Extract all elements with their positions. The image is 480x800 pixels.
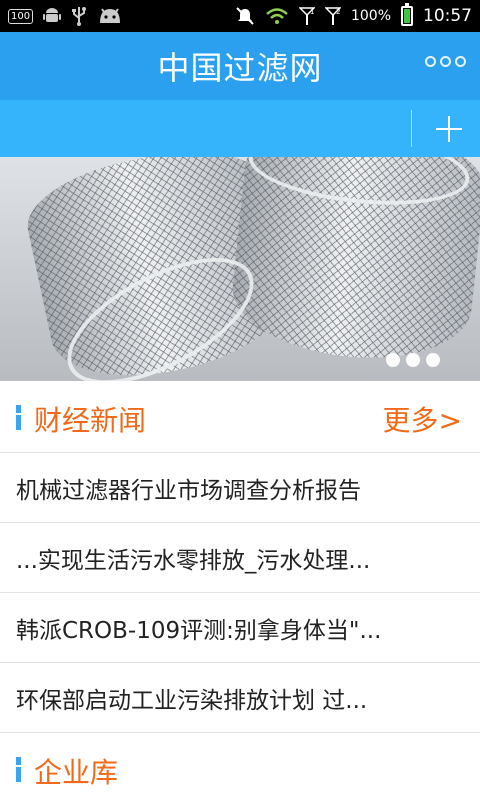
news-title: 环保部启动工业污染排放计划 过... xyxy=(16,687,368,714)
dot-icon xyxy=(425,56,436,67)
signal-sim2-icon: 2 xyxy=(324,6,341,26)
plus-icon xyxy=(436,115,462,142)
android-icon xyxy=(43,7,62,25)
dot-icon xyxy=(455,56,466,67)
overflow-menu-button[interactable] xyxy=(425,56,466,67)
app-title: 中国过滤网 xyxy=(157,49,323,87)
usb-icon xyxy=(71,6,87,26)
finance-news-header: 财经新闻 更多> xyxy=(0,381,480,453)
app-title-bar: 中国过滤网 xyxy=(0,32,480,100)
more-news-link[interactable]: 更多> xyxy=(383,399,462,439)
list-item[interactable]: ...实现生活污水零排放_污水处理... xyxy=(0,523,480,593)
battery-fill xyxy=(404,9,410,23)
news-title: 机械过滤器行业市场调查分析报告 xyxy=(16,477,361,504)
signal-sim1-icon: 1 xyxy=(298,6,315,26)
news-list: 机械过滤器行业市场调查分析报告 ...实现生活污水零排放_污水处理... 韩派C… xyxy=(0,453,480,733)
banner-carousel[interactable] xyxy=(0,157,480,381)
carousel-indicator xyxy=(386,353,440,367)
news-title: 韩派CROB-109评测:别拿身体当"... xyxy=(16,617,382,644)
dot-icon xyxy=(440,56,451,67)
enterprise-header: 企业库 xyxy=(0,733,480,800)
carousel-dot[interactable] xyxy=(406,353,420,367)
status-right: 1 2 100% 10:57 xyxy=(235,3,472,26)
channel-tab-bar xyxy=(0,100,480,157)
tab-divider xyxy=(411,110,412,147)
list-item[interactable]: 机械过滤器行业市场调查分析报告 xyxy=(0,453,480,523)
clock: 10:57 xyxy=(423,6,472,26)
carousel-dot[interactable] xyxy=(386,353,400,367)
notification-count-badge: 100 xyxy=(8,8,34,24)
wifi-icon xyxy=(265,7,289,25)
enterprise-title[interactable]: 企业库 xyxy=(34,751,118,791)
mute-icon xyxy=(235,6,255,26)
section-marker-icon xyxy=(16,405,21,430)
signal2-label: 2 xyxy=(336,8,340,16)
status-bar: 100 1 2 100% 10:57 xyxy=(0,0,480,32)
status-left: 100 xyxy=(8,6,123,26)
finance-news-title: 财经新闻 xyxy=(34,404,147,437)
battery-percent: 100% xyxy=(350,8,391,24)
signal1-label: 1 xyxy=(310,8,314,16)
game-controller-icon xyxy=(97,7,123,25)
news-title: ...实现生活污水零排放_污水处理... xyxy=(16,547,371,574)
add-channel-button[interactable] xyxy=(420,100,478,157)
carousel-dot[interactable] xyxy=(426,353,440,367)
list-item[interactable]: 韩派CROB-109评测:别拿身体当"... xyxy=(0,593,480,663)
list-item[interactable]: 环保部启动工业污染排放计划 过... xyxy=(0,663,480,733)
battery-icon xyxy=(401,3,413,26)
section-marker-icon xyxy=(16,757,21,782)
